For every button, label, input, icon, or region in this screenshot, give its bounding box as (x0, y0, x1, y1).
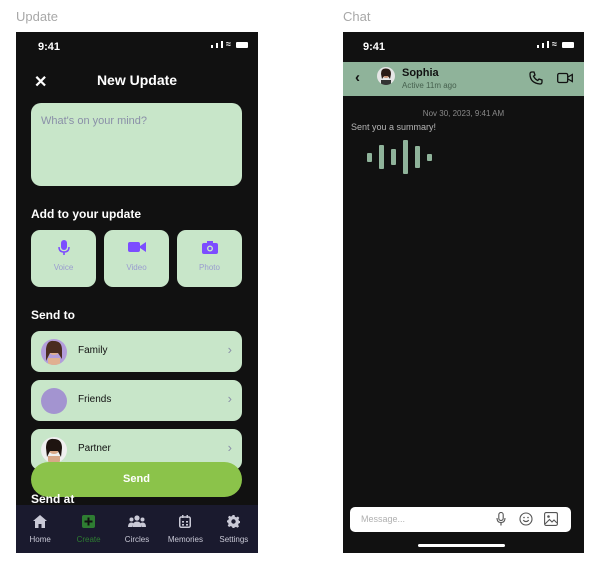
avatar (41, 388, 67, 414)
home-icon (16, 515, 64, 529)
tab-home[interactable]: Home (16, 505, 64, 553)
tab-label: Home (29, 535, 51, 544)
input-placeholder: Message... (361, 514, 406, 524)
gear-icon (210, 515, 258, 529)
message-timestamp: Nov 30, 2023, 9:41 AM (422, 109, 505, 118)
tab-settings[interactable]: Settings (210, 505, 258, 553)
contact-status: Active 11m ago (402, 81, 457, 90)
video-camera-icon (104, 240, 169, 256)
update-screen: 9:41 ≈ ✕ New Update What's on your mind?… (16, 32, 258, 553)
status-bar: 9:41 ≈ (343, 32, 584, 60)
video-button[interactable]: Video (104, 230, 169, 287)
avatar (41, 437, 67, 463)
tab-label: Settings (219, 535, 249, 544)
contact-name: Family (78, 345, 108, 356)
image-icon[interactable] (544, 512, 558, 531)
status-time: 9:41 (38, 41, 61, 53)
back-icon[interactable]: ‹ (355, 69, 360, 86)
chat-frame-label: Chat (343, 9, 371, 24)
add-to-update-heading: Add to your update (31, 207, 141, 221)
tab-bar: Home Create Circles Memories Settings (16, 505, 258, 553)
microphone-icon (31, 240, 96, 256)
tab-label: Create (76, 535, 101, 544)
message-input[interactable]: Message... (350, 507, 571, 532)
chat-screen: 9:41 ≈ ‹ Sophia Active 11m ago Nov 30, 2… (343, 32, 584, 553)
tab-memories[interactable]: Memories (161, 505, 209, 553)
input-placeholder: What's on your mind? (41, 115, 148, 127)
camera-icon (177, 240, 242, 256)
update-text-input[interactable]: What's on your mind? (31, 103, 242, 186)
status-bar: 9:41 ≈ (16, 32, 258, 60)
microphone-icon[interactable] (496, 511, 506, 531)
voice-label: Voice (53, 263, 74, 272)
contact-family[interactable]: Family › (31, 331, 242, 372)
signal-icon: ≈ (537, 40, 574, 49)
send-to-heading: Send to (31, 308, 75, 322)
send-at-heading: Send at (31, 492, 75, 506)
status-time: 9:41 (363, 41, 386, 53)
contact-name: Sophia (402, 67, 439, 79)
home-indicator (418, 544, 505, 547)
message-text: Sent you a summary! (351, 122, 437, 132)
voice-button[interactable]: Voice (31, 230, 96, 287)
contact-name: Friends (78, 394, 112, 405)
photo-label: Photo (199, 263, 220, 272)
update-frame-label: Update (16, 9, 58, 24)
tab-label: Circles (124, 535, 150, 544)
photo-button[interactable]: Photo (177, 230, 242, 287)
contact-name: Partner (78, 443, 111, 454)
avatar (41, 339, 67, 365)
phone-icon[interactable] (529, 71, 543, 90)
signal-icon: ≈ (211, 40, 248, 49)
tab-create[interactable]: Create (64, 505, 112, 553)
video-call-icon[interactable] (557, 71, 573, 89)
emoji-icon[interactable] (519, 512, 533, 531)
avatar[interactable] (377, 67, 395, 85)
audio-waveform[interactable] (367, 139, 432, 175)
group-icon (113, 515, 161, 529)
chevron-right-icon: › (227, 342, 232, 357)
chevron-right-icon: › (227, 440, 232, 455)
page-title: New Update (96, 72, 178, 88)
tab-circles[interactable]: Circles (113, 505, 161, 553)
chevron-right-icon: › (227, 391, 232, 406)
chat-header: ‹ Sophia Active 11m ago (343, 62, 584, 96)
tab-label: Memories (167, 535, 203, 544)
calendar-icon (161, 515, 209, 529)
video-label: Video (126, 263, 147, 272)
plus-square-icon (64, 515, 112, 529)
contact-friends[interactable]: Friends › (31, 380, 242, 421)
